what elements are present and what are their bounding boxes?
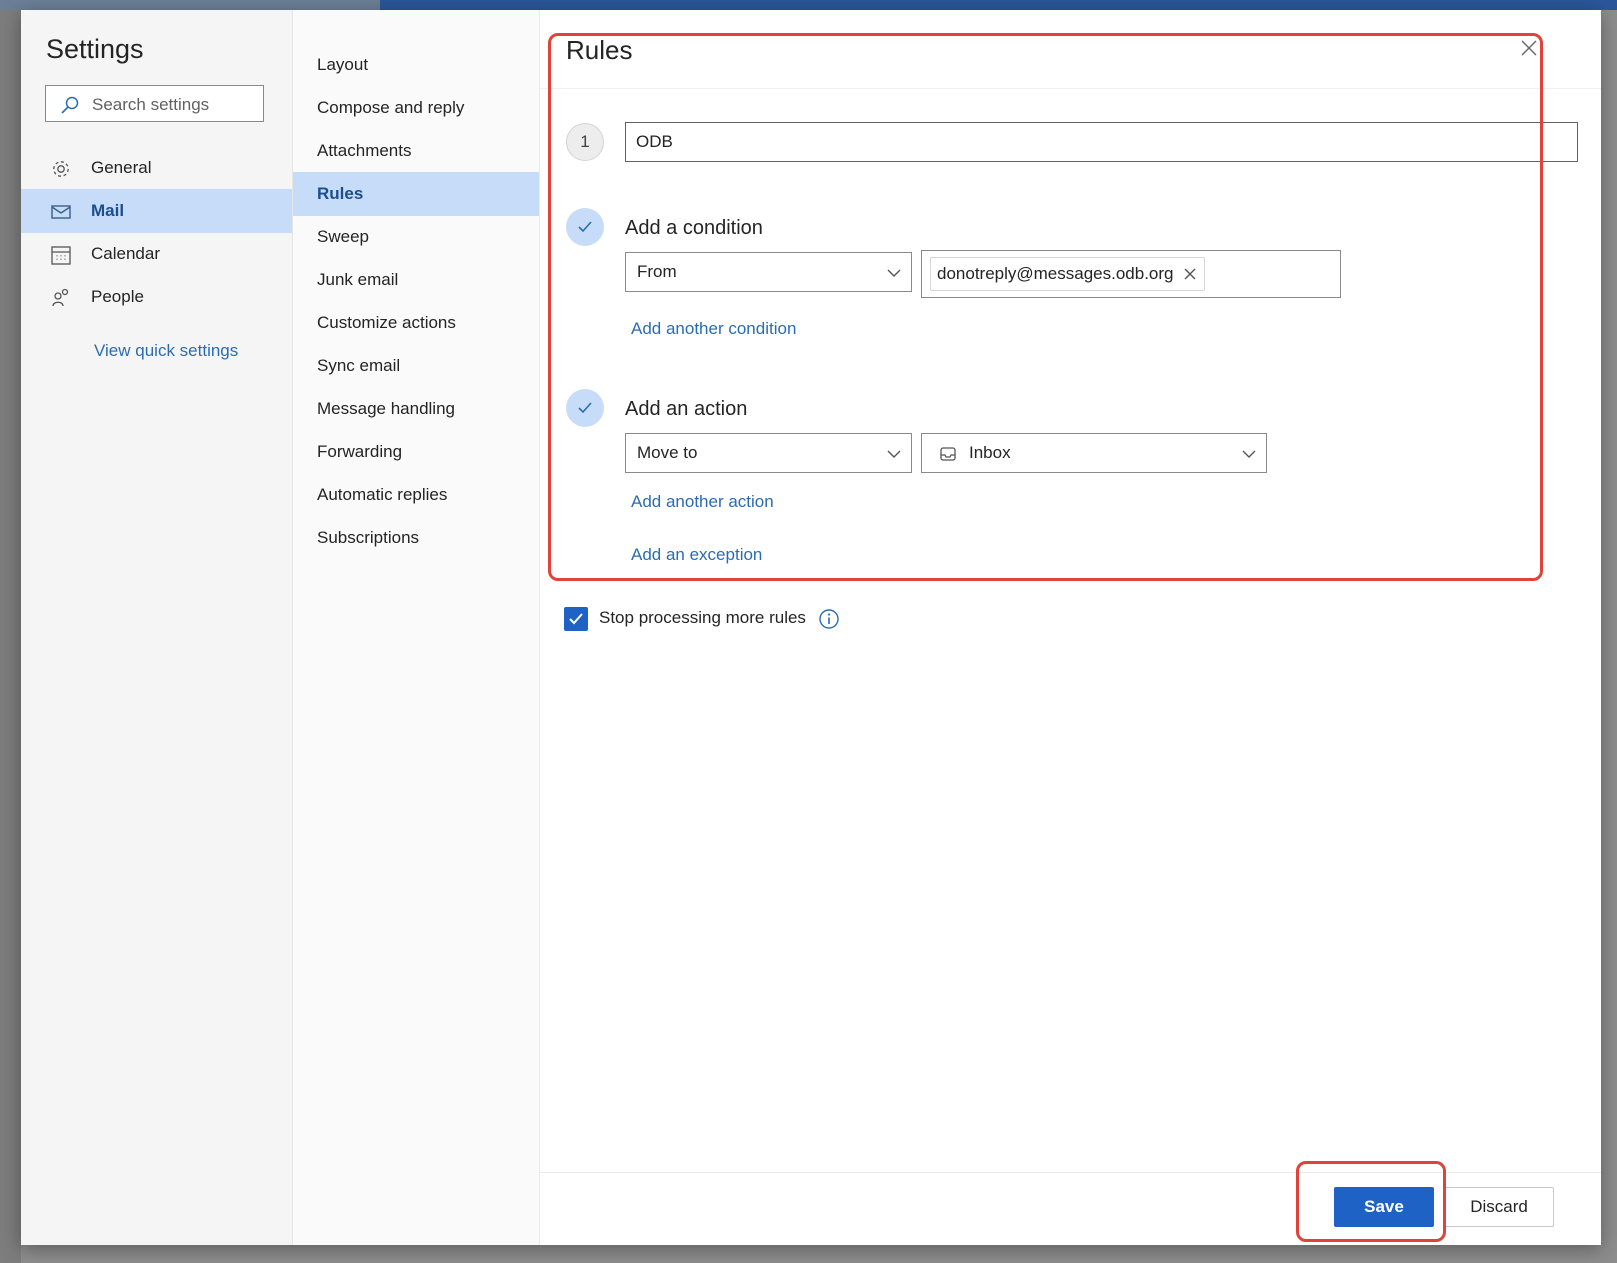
recipient-address: donotreply@messages.odb.org bbox=[937, 264, 1174, 283]
remove-chip-icon[interactable] bbox=[1182, 266, 1198, 282]
app-top-bar-segment bbox=[0, 0, 380, 10]
add-exception-link[interactable]: Add an exception bbox=[631, 545, 762, 565]
category-label: People bbox=[91, 287, 144, 306]
category-label: Mail bbox=[91, 201, 125, 220]
header-divider bbox=[540, 88, 1601, 89]
nav-sync-email[interactable]: Sync email bbox=[293, 344, 539, 388]
search-icon bbox=[61, 96, 79, 114]
app-top-bar bbox=[0, 0, 1617, 10]
close-icon[interactable] bbox=[1519, 38, 1539, 58]
rule-number-badge: 1 bbox=[566, 123, 604, 161]
settings-categories-pane: Settings General Mail bbox=[21, 10, 293, 1245]
rule-name-input[interactable] bbox=[625, 122, 1578, 162]
search-settings-box[interactable] bbox=[45, 85, 264, 122]
action-type-value: Move to bbox=[637, 443, 698, 462]
inbox-icon bbox=[940, 447, 956, 461]
chevron-down-icon bbox=[887, 269, 901, 277]
mail-icon bbox=[51, 205, 71, 219]
category-people[interactable]: People bbox=[21, 275, 292, 319]
background-app bbox=[0, 10, 21, 1263]
condition-heading: Add a condition bbox=[625, 217, 763, 239]
action-step-marker bbox=[566, 389, 604, 427]
nav-label: Forwarding bbox=[317, 442, 403, 461]
rule-editor-pane: Rules 1 Add a condition From donotreply@… bbox=[540, 10, 1601, 1245]
category-label: Calendar bbox=[91, 244, 160, 263]
condition-field-dropdown[interactable]: From bbox=[625, 252, 912, 292]
nav-label: Junk email bbox=[317, 270, 399, 289]
nav-label: Rules bbox=[317, 184, 364, 203]
nav-attachments[interactable]: Attachments bbox=[293, 129, 539, 173]
folder-dropdown[interactable]: Inbox bbox=[921, 433, 1267, 473]
nav-label: Automatic replies bbox=[317, 485, 448, 504]
add-another-condition-link[interactable]: Add another condition bbox=[631, 319, 796, 339]
nav-label: Compose and reply bbox=[317, 98, 465, 117]
save-button[interactable]: Save bbox=[1334, 1187, 1434, 1227]
footer-divider bbox=[540, 1172, 1601, 1173]
category-calendar[interactable]: Calendar bbox=[21, 232, 292, 276]
info-icon[interactable] bbox=[818, 608, 840, 630]
checkmark-icon bbox=[578, 221, 592, 233]
category-mail[interactable]: Mail bbox=[21, 189, 292, 233]
discard-button[interactable]: Discard bbox=[1444, 1187, 1554, 1227]
checkmark-icon bbox=[569, 613, 583, 625]
nav-label: Customize actions bbox=[317, 313, 456, 332]
action-heading: Add an action bbox=[625, 398, 748, 420]
mail-settings-nav: Layout Compose and reply Attachments Rul… bbox=[293, 10, 540, 1245]
action-type-dropdown[interactable]: Move to bbox=[625, 433, 912, 473]
category-label: General bbox=[91, 158, 152, 177]
category-general[interactable]: General bbox=[21, 146, 292, 190]
condition-field-value: From bbox=[637, 262, 677, 281]
stop-processing-checkbox[interactable] bbox=[564, 607, 588, 631]
nav-label: Sync email bbox=[317, 356, 401, 375]
nav-customize-actions[interactable]: Customize actions bbox=[293, 301, 539, 345]
view-quick-settings-link[interactable]: View quick settings bbox=[94, 341, 238, 361]
nav-junk-email[interactable]: Junk email bbox=[293, 258, 539, 302]
nav-forwarding[interactable]: Forwarding bbox=[293, 430, 539, 474]
chevron-down-icon bbox=[1242, 450, 1256, 458]
folder-value: Inbox bbox=[969, 443, 1011, 462]
nav-layout[interactable]: Layout bbox=[293, 43, 539, 87]
stop-processing-label: Stop processing more rules bbox=[599, 608, 806, 627]
nav-compose-and-reply[interactable]: Compose and reply bbox=[293, 86, 539, 130]
nav-label: Message handling bbox=[317, 399, 455, 418]
recipient-chip: donotreply@messages.odb.org bbox=[930, 257, 1205, 291]
rules-title: Rules bbox=[566, 35, 633, 65]
nav-subscriptions[interactable]: Subscriptions bbox=[293, 516, 539, 560]
condition-value-box[interactable]: donotreply@messages.odb.org bbox=[921, 250, 1341, 298]
settings-title: Settings bbox=[46, 34, 144, 64]
checkmark-icon bbox=[578, 402, 592, 414]
settings-dialog: Settings General Mail bbox=[21, 10, 1601, 1245]
gear-icon bbox=[53, 161, 69, 177]
nav-automatic-replies[interactable]: Automatic replies bbox=[293, 473, 539, 517]
condition-step-marker bbox=[566, 208, 604, 246]
nav-label: Attachments bbox=[317, 141, 412, 160]
nav-label: Subscriptions bbox=[317, 528, 420, 547]
rule-number: 1 bbox=[580, 132, 590, 151]
nav-label: Layout bbox=[317, 55, 369, 74]
nav-sweep[interactable]: Sweep bbox=[293, 215, 539, 259]
people-icon bbox=[52, 288, 69, 307]
nav-message-handling[interactable]: Message handling bbox=[293, 387, 539, 431]
add-another-action-link[interactable]: Add another action bbox=[631, 492, 774, 512]
search-settings-input[interactable] bbox=[90, 91, 259, 119]
calendar-icon bbox=[51, 246, 71, 265]
nav-label: Sweep bbox=[317, 227, 369, 246]
chevron-down-icon bbox=[887, 450, 901, 458]
nav-rules[interactable]: Rules bbox=[293, 172, 539, 216]
